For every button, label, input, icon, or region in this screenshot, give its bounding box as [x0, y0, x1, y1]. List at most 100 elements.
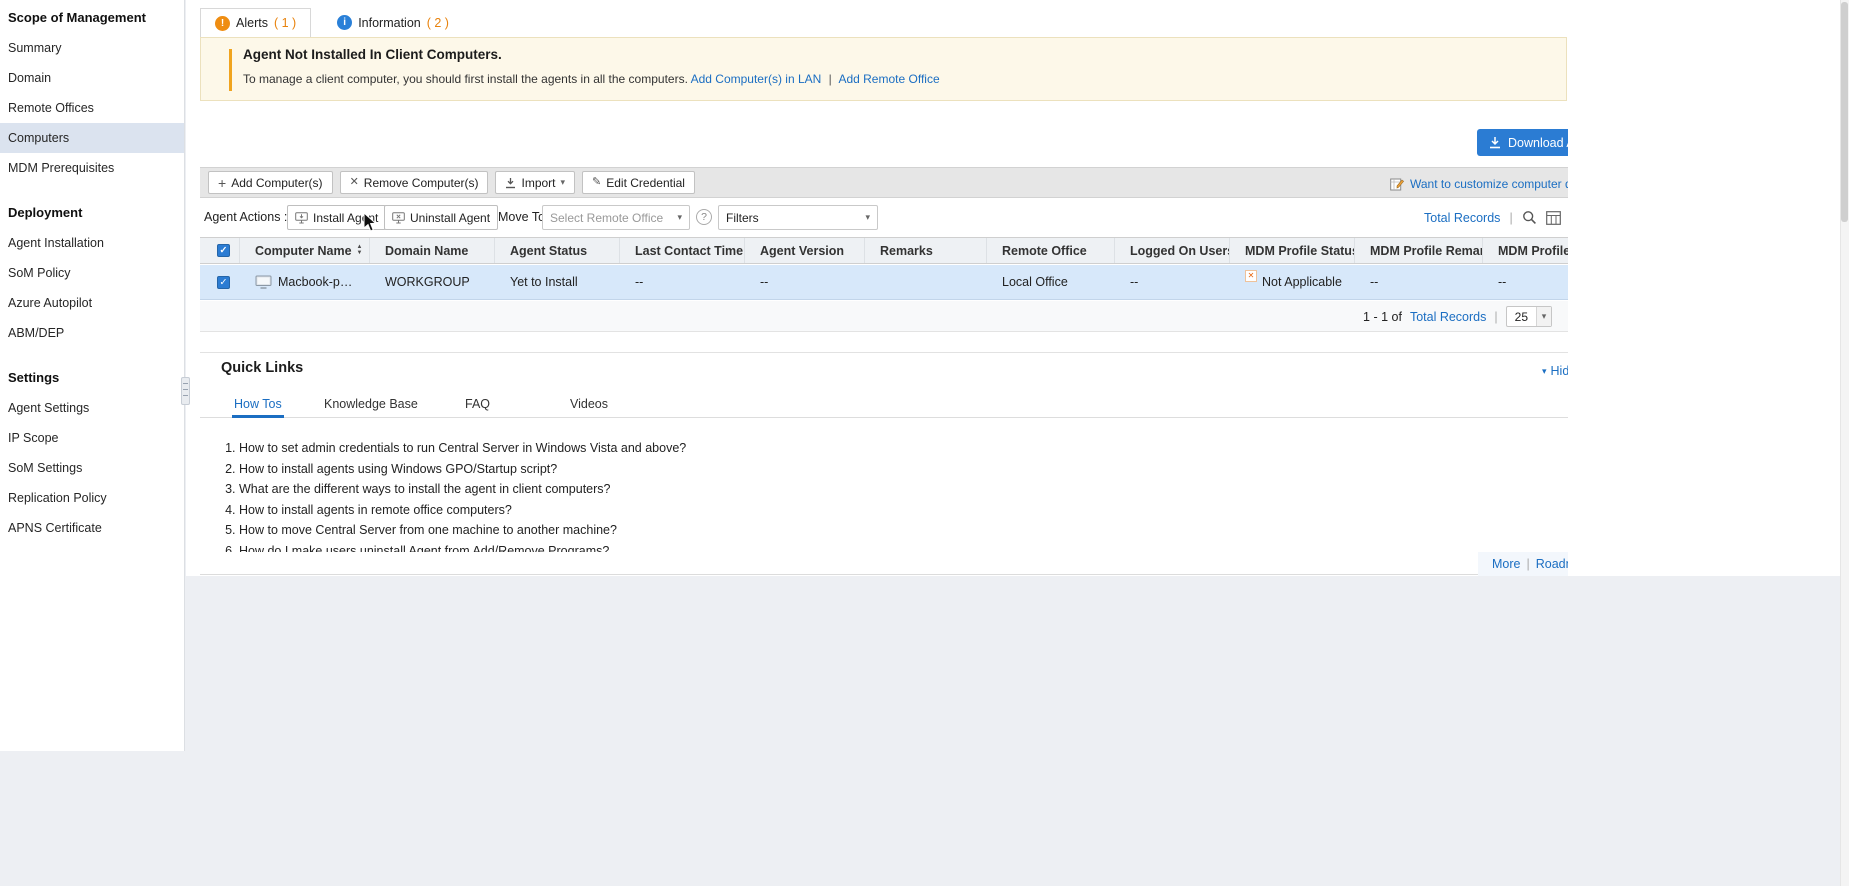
view-tools: Total Records | — [1424, 205, 1568, 230]
sidebar: Scope of Management Summary Domain Remot… — [0, 0, 185, 751]
row-checkbox[interactable]: ✓ — [217, 276, 230, 289]
alert-accent-bar — [229, 49, 232, 91]
edit-credential-button[interactable]: ✎ Edit Credential — [582, 171, 695, 194]
add-remote-office-link[interactable]: Add Remote Office — [838, 72, 939, 86]
divider: | — [829, 72, 832, 86]
sidebar-item-abm-dep[interactable]: ABM/DEP — [0, 318, 184, 348]
pagination-bar: 1 - 1 of Total Records | 25 ▾ — [200, 301, 1568, 332]
total-records-link[interactable]: Total Records — [1424, 211, 1500, 225]
more-link[interactable]: More — [1492, 557, 1520, 571]
select-all-checkbox[interactable]: ✓ — [217, 244, 230, 257]
column-agent-status[interactable]: Agent Status — [495, 238, 620, 263]
tab-how-tos[interactable]: How Tos — [232, 393, 284, 418]
vertical-scrollbar[interactable] — [1840, 0, 1849, 886]
sidebar-item-som-settings[interactable]: SoM Settings — [0, 453, 184, 483]
hide-quick-links-link[interactable]: ▾ Hide — [1542, 364, 1568, 378]
customize-computer-details-link[interactable]: Want to customize computer details — [1410, 177, 1568, 191]
help-icon[interactable]: ? — [696, 209, 712, 225]
install-agent-button[interactable]: Install Agent — [287, 205, 386, 230]
column-agent-version[interactable]: Agent Version — [745, 238, 865, 263]
uninstall-agent-button[interactable]: Uninstall Agent — [384, 205, 498, 230]
alert-message-text: To manage a client computer, you should … — [243, 72, 688, 86]
sidebar-item-computers[interactable]: Computers — [0, 123, 184, 153]
cell-last-contact-time: -- — [620, 265, 745, 299]
sidebar-item-agent-settings[interactable]: Agent Settings — [0, 393, 184, 423]
quick-link-item[interactable]: How to install agents using Windows GPO/… — [239, 459, 1202, 480]
sidebar-item-replication-policy[interactable]: Replication Policy — [0, 483, 184, 513]
roadmap-link[interactable]: Roadmap — [1536, 557, 1568, 571]
download-agent-button[interactable]: Download Agent — [1477, 129, 1568, 156]
add-computers-button[interactable]: + Add Computer(s) — [208, 171, 333, 194]
download-agent-label: Download Agent — [1508, 136, 1568, 150]
column-remarks[interactable]: Remarks — [865, 238, 987, 263]
table-header: ✓ Computer Name ▲ ▼ Domain Name Agent St… — [200, 237, 1568, 264]
column-last-contact-time[interactable]: Last Contact Time — [620, 238, 745, 263]
tab-knowledge-base[interactable]: Knowledge Base — [322, 393, 420, 418]
remove-computers-button[interactable]: ✕ Remove Computer(s) — [340, 171, 489, 194]
sidebar-splitter-handle[interactable] — [181, 377, 190, 405]
tab-faq[interactable]: FAQ — [463, 393, 492, 418]
sidebar-item-summary[interactable]: Summary — [0, 33, 184, 63]
sidebar-item-mdm-prerequisites[interactable]: MDM Prerequisites — [0, 153, 184, 183]
tab-information-label: Information — [358, 16, 421, 30]
quick-link-item[interactable]: What are the different ways to install t… — [239, 479, 1202, 500]
filters-label: Filters — [726, 211, 759, 225]
column-remote-office[interactable]: Remote Office — [987, 238, 1115, 263]
column-domain-name[interactable]: Domain Name — [370, 238, 495, 263]
sidebar-item-domain[interactable]: Domain — [0, 63, 184, 93]
sidebar-item-ip-scope[interactable]: IP Scope — [0, 423, 184, 453]
remote-office-select[interactable]: Select Remote Office ▾ — [542, 205, 690, 230]
column-mdm-profile-status[interactable]: MDM Profile Status — [1230, 238, 1355, 263]
search-icon[interactable] — [1522, 210, 1537, 225]
filters-select[interactable]: Filters ▾ — [718, 205, 878, 230]
tab-videos[interactable]: Videos — [568, 393, 610, 418]
alert-banner: Agent Not Installed In Client Computers.… — [200, 37, 1567, 101]
pagination-total-records-link[interactable]: Total Records — [1410, 310, 1486, 324]
quick-links-tab-bar: How Tos Knowledge Base FAQ Videos — [200, 393, 1568, 418]
column-logged-on-users[interactable]: Logged On Users — [1115, 238, 1230, 263]
add-computers-in-lan-link[interactable]: Add Computer(s) in LAN — [691, 72, 822, 86]
uninstall-agent-icon — [392, 212, 405, 224]
computer-name-value: Macbook-p… — [278, 275, 352, 289]
select-all-cell: ✓ — [200, 238, 240, 263]
scrollbar-thumb[interactable] — [1841, 2, 1848, 222]
notification-tab-bar: ! Alerts ( 1 ) i Information ( 2 ) — [200, 8, 463, 37]
quick-links-title: Quick Links — [221, 360, 303, 376]
chevron-down-icon: ▾ — [1542, 367, 1547, 376]
customize-area: Want to customize computer details — [1390, 168, 1568, 199]
cell-mdm-profile-remark: -- — [1355, 265, 1483, 299]
remove-icon: ✕ — [350, 177, 359, 188]
sidebar-item-agent-installation[interactable]: Agent Installation — [0, 228, 184, 258]
column-computer-name[interactable]: Computer Name ▲ ▼ — [240, 238, 370, 263]
remote-office-placeholder: Select Remote Office — [550, 211, 663, 225]
table-row[interactable]: ✓ Macbook-p… WORKGROUP Yet to Install --… — [200, 265, 1568, 300]
sidebar-item-remote-offices[interactable]: Remote Offices — [0, 93, 184, 123]
table-view-icon[interactable] — [1546, 211, 1561, 225]
tab-alerts[interactable]: ! Alerts ( 1 ) — [200, 8, 311, 37]
divider: | — [1509, 211, 1512, 225]
records-range: 1 - 1 of — [1363, 310, 1402, 324]
hide-label: Hide — [1551, 364, 1568, 378]
sidebar-item-apns-certificate[interactable]: APNS Certificate — [0, 513, 184, 543]
sidebar-heading-scope-of-management: Scope of Management — [8, 10, 176, 25]
quick-link-item[interactable]: How do I make users uninstall Agent from… — [239, 541, 1202, 553]
import-button[interactable]: Import ▾ — [495, 171, 575, 194]
column-mdm-profile-extra[interactable]: MDM Profile I — [1483, 238, 1568, 263]
column-mdm-profile-remark[interactable]: MDM Profile Remark — [1355, 238, 1483, 263]
info-icon: i — [337, 15, 352, 30]
install-agent-label: Install Agent — [313, 211, 378, 225]
page-size-select[interactable]: 25 ▾ — [1506, 306, 1552, 327]
sort-icon[interactable]: ▲ ▼ — [357, 245, 363, 256]
quick-link-item[interactable]: How to set admin credentials to run Cent… — [239, 438, 1202, 459]
quick-link-item[interactable]: How to move Central Server from one mach… — [239, 520, 1202, 541]
tab-information[interactable]: i Information ( 2 ) — [323, 8, 463, 37]
alert-title: Agent Not Installed In Client Computers. — [243, 47, 502, 62]
customize-grid-pencil-icon — [1390, 177, 1404, 191]
sidebar-item-azure-autopilot[interactable]: Azure Autopilot — [0, 288, 184, 318]
quick-link-item[interactable]: How to install agents in remote office c… — [239, 500, 1202, 521]
endpoint-management-app: Scope of Management Summary Domain Remot… — [0, 0, 1849, 886]
computers-toolbar: + Add Computer(s) ✕ Remove Computer(s) I… — [200, 167, 1568, 198]
uninstall-agent-label: Uninstall Agent — [410, 211, 490, 225]
sidebar-item-som-policy[interactable]: SoM Policy — [0, 258, 184, 288]
import-icon — [505, 177, 516, 189]
